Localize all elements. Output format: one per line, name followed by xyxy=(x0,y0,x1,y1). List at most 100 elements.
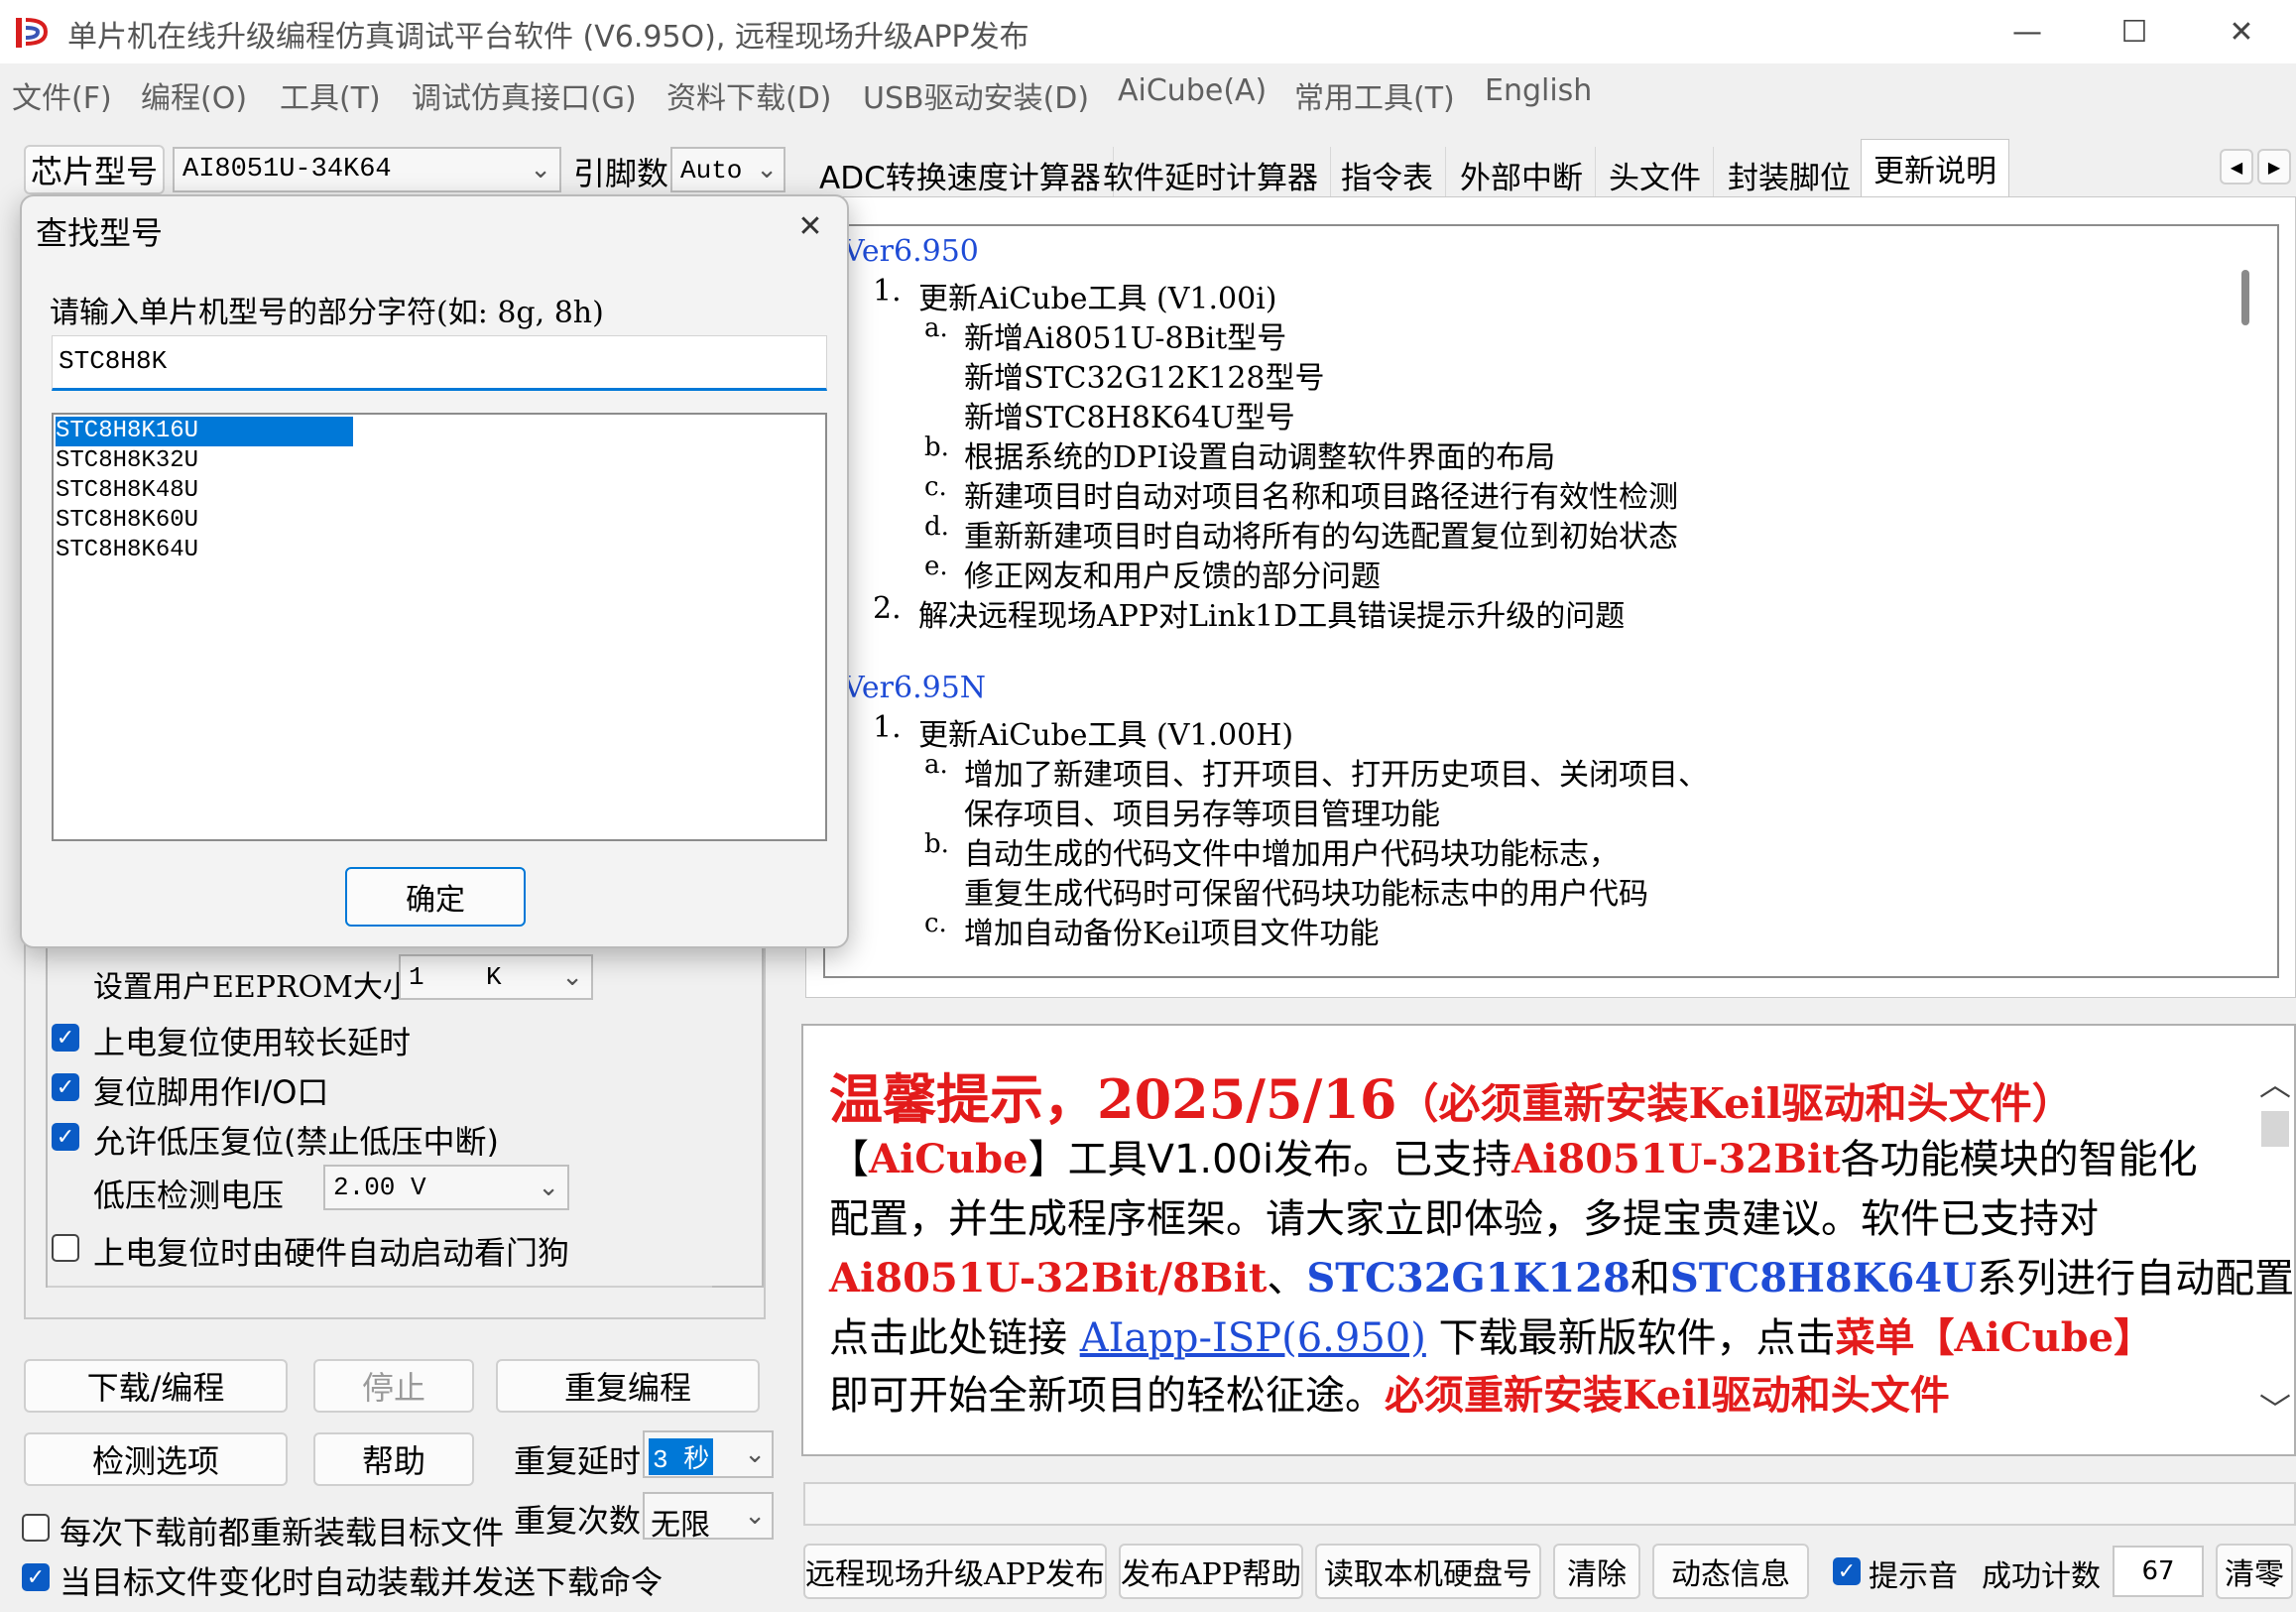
chip-model-select[interactable]: AI8051U-34K64 ⌄ xyxy=(173,147,561,192)
reset-pin-io-checkbox[interactable]: ✓ xyxy=(52,1073,79,1101)
help-button[interactable]: 帮助 xyxy=(313,1432,474,1486)
menu-usb-driver[interactable]: USB驱动安装(D) xyxy=(863,73,1089,117)
menu-file[interactable]: 文件(F) xyxy=(12,73,112,117)
notice-headline: 温馨提示，2025/5/16（必须重新安装Keil驱动和头文件） xyxy=(829,1055,2074,1134)
model-results-list[interactable]: STC8H8K16U STC8H8K32U STC8H8K48U STC8H8K… xyxy=(52,413,827,841)
list-item[interactable]: STC8H8K60U xyxy=(56,506,198,536)
reset-count-button[interactable]: 清零 xyxy=(2216,1544,2293,1599)
menu-debug[interactable]: 调试仿真接口(G) xyxy=(412,73,637,117)
chevron-down-icon: ⌄ xyxy=(744,1501,766,1531)
low-voltage-reset-checkbox[interactable]: ✓ xyxy=(52,1123,79,1151)
model-search-value: STC8H8K xyxy=(59,346,168,376)
pin-count-label: 引脚数 xyxy=(573,155,669,192)
dialog-ok-button[interactable]: 确定 xyxy=(345,867,526,927)
list-letter: d. xyxy=(924,512,949,542)
notice-scrollbar-thumb[interactable] xyxy=(2261,1111,2289,1147)
tab-adc-calculator[interactable]: ADC转换速度计算器 xyxy=(807,147,1114,198)
tab-instruction-table[interactable]: 指令表 xyxy=(1329,147,1446,198)
list-item: 更新AiCube工具 (V1.00H) xyxy=(918,718,1294,753)
dialog-close-button[interactable]: ✕ xyxy=(784,202,837,250)
menu-program[interactable]: 编程(O) xyxy=(141,73,247,117)
low-voltage-select[interactable]: 2.00 V ⌄ xyxy=(323,1165,569,1210)
eeprom-size-value: 1 K xyxy=(409,962,502,992)
maximize-button[interactable]: ☐ xyxy=(2081,0,2188,63)
list-item[interactable]: STC8H8K16U xyxy=(56,417,353,446)
repeat-program-button[interactable]: 重复编程 xyxy=(496,1359,760,1413)
list-item[interactable]: STC8H8K48U xyxy=(56,476,198,506)
watchdog-label: 上电复位时由硬件自动启动看门狗 xyxy=(93,1234,570,1272)
watchdog-checkbox[interactable] xyxy=(52,1234,79,1262)
read-disk-id-button[interactable]: 读取本机硬盘号 xyxy=(1315,1544,1541,1599)
eeprom-size-select[interactable]: 1 K ⌄ xyxy=(399,954,593,1000)
model-search-input[interactable]: STC8H8K xyxy=(52,335,827,391)
changelog-scrollbar-thumb[interactable] xyxy=(2241,270,2249,325)
pin-count-select[interactable]: Auto ⌄ xyxy=(670,147,785,192)
repeat-delay-value: 3 秒 xyxy=(649,1438,714,1475)
menu-common-tools[interactable]: 常用工具(T) xyxy=(1294,73,1455,117)
repeat-delay-label: 重复延时 xyxy=(514,1442,642,1480)
tab-prev-button[interactable]: ◀ xyxy=(2220,149,2253,185)
list-item: 自动生成的代码文件中增加用户代码块功能标志， xyxy=(964,837,1619,872)
sound-label: 提示音 xyxy=(1869,1559,1958,1594)
tab-header-file[interactable]: 头文件 xyxy=(1597,147,1714,198)
sound-checkbox[interactable]: ✓ xyxy=(1833,1557,1861,1585)
list-item[interactable]: STC8H8K32U xyxy=(56,446,198,476)
tab-next-button[interactable]: ▶ xyxy=(2257,149,2291,185)
check-options-button[interactable]: 检测选项 xyxy=(24,1432,288,1486)
tab-delay-calculator[interactable]: 软件延时计算器 xyxy=(1091,147,1331,198)
menu-english[interactable]: English xyxy=(1485,73,1592,108)
list-item: 根据系统的DPI设置自动调整软件界面的布局 xyxy=(964,440,1556,475)
scroll-down-icon[interactable]: ﹀ xyxy=(2259,1385,2291,1430)
notice-text: 和 xyxy=(1630,1256,1670,1302)
list-number: 2. xyxy=(873,591,902,626)
repeat-count-select[interactable]: 无限 ⌄ xyxy=(643,1492,774,1543)
notice-line-2: 【AiCube】工具V1.00i发布。已支持Ai8051U-32Bit各功能模块… xyxy=(829,1127,2198,1184)
chevron-down-icon: ⌄ xyxy=(530,155,551,185)
menu-tools[interactable]: 工具(T) xyxy=(280,73,381,117)
repeat-delay-select[interactable]: 3 秒 ⌄ xyxy=(643,1430,774,1478)
remote-upgrade-publish-button[interactable]: 远程现场升级APP发布 xyxy=(803,1544,1107,1599)
list-item: 新增STC8H8K64U型号 xyxy=(964,401,1295,435)
download-link[interactable]: AIapp-ISP(6.950) xyxy=(1080,1315,1426,1361)
tab-update-notes[interactable]: 更新说明 xyxy=(1861,139,2009,198)
list-item: 增加了新建项目、打开项目、打开历史项目、关闭项目、 xyxy=(964,758,1708,793)
clear-button[interactable]: 清除 xyxy=(1553,1544,1640,1599)
tab-package-pins[interactable]: 封装脚位 xyxy=(1716,147,1864,198)
notice-headline-note: （必须重新安装Keil驱动和头文件） xyxy=(1396,1079,2074,1128)
list-item: 新建项目时自动对项目名称和项目路径进行有效性检测 xyxy=(964,480,1678,515)
scroll-up-icon[interactable]: ︿ xyxy=(2259,1059,2291,1105)
list-item: 修正网友和用户反馈的部分问题 xyxy=(964,559,1381,594)
long-delay-checkbox[interactable]: ✓ xyxy=(52,1024,79,1052)
menu-aicube[interactable]: AiCube(A) xyxy=(1118,73,1267,108)
chevron-down-icon: ⌄ xyxy=(744,1439,766,1469)
list-item[interactable]: STC8H8K64U xyxy=(56,536,198,565)
auto-load-send-checkbox[interactable]: ✓ xyxy=(22,1563,50,1591)
notice-text: 、 xyxy=(1267,1256,1307,1302)
success-count-label: 成功计数 xyxy=(1982,1559,2101,1594)
minimize-button[interactable]: — xyxy=(1974,0,2081,63)
list-letter: c. xyxy=(924,909,947,938)
stop-button[interactable]: 停止 xyxy=(313,1359,474,1413)
list-letter: b. xyxy=(924,433,949,462)
dynamic-info-button[interactable]: 动态信息 xyxy=(1652,1544,1809,1599)
options-scrollbar-track[interactable] xyxy=(48,1286,712,1288)
find-model-dialog: 查找型号 ✕ 请输入单片机型号的部分字符(如: 8g, 8h) STC8H8K … xyxy=(20,194,849,948)
menu-download[interactable]: 资料下载(D) xyxy=(666,73,832,117)
notice-line-5: 点击此处链接 AIapp-ISP(6.950) 下载最新版软件，点击菜单【AiC… xyxy=(829,1305,2153,1363)
notice-text: Ai8051U-32Bit xyxy=(1511,1136,1841,1182)
eeprom-size-label: 设置用户EEPROM大小 xyxy=(93,970,413,1005)
repeat-count-value: 无限 xyxy=(651,1508,710,1543)
tab-external-interrupt[interactable]: 外部中断 xyxy=(1448,147,1596,198)
notice-text: 即可开始全新项目的轻松征途。 xyxy=(829,1373,1385,1419)
notice-line-4: Ai8051U-32Bit/8Bit、STC32G1K128和STC8H8K64… xyxy=(829,1246,2296,1303)
list-letter: b. xyxy=(924,829,949,859)
repeat-count-label: 重复次数 xyxy=(514,1502,642,1540)
close-window-button[interactable]: ✕ xyxy=(2188,0,2295,63)
list-letter: e. xyxy=(924,552,948,581)
long-delay-label: 上电复位使用较长延时 xyxy=(93,1024,412,1061)
reload-before-download-checkbox[interactable] xyxy=(22,1514,50,1542)
chip-model-button[interactable]: 芯片型号 xyxy=(24,145,165,194)
notice-text: 必须重新安装Keil驱动和头文件 xyxy=(1385,1372,1950,1419)
publish-app-help-button[interactable]: 发布APP帮助 xyxy=(1119,1544,1303,1599)
download-program-button[interactable]: 下载/编程 xyxy=(24,1359,288,1413)
